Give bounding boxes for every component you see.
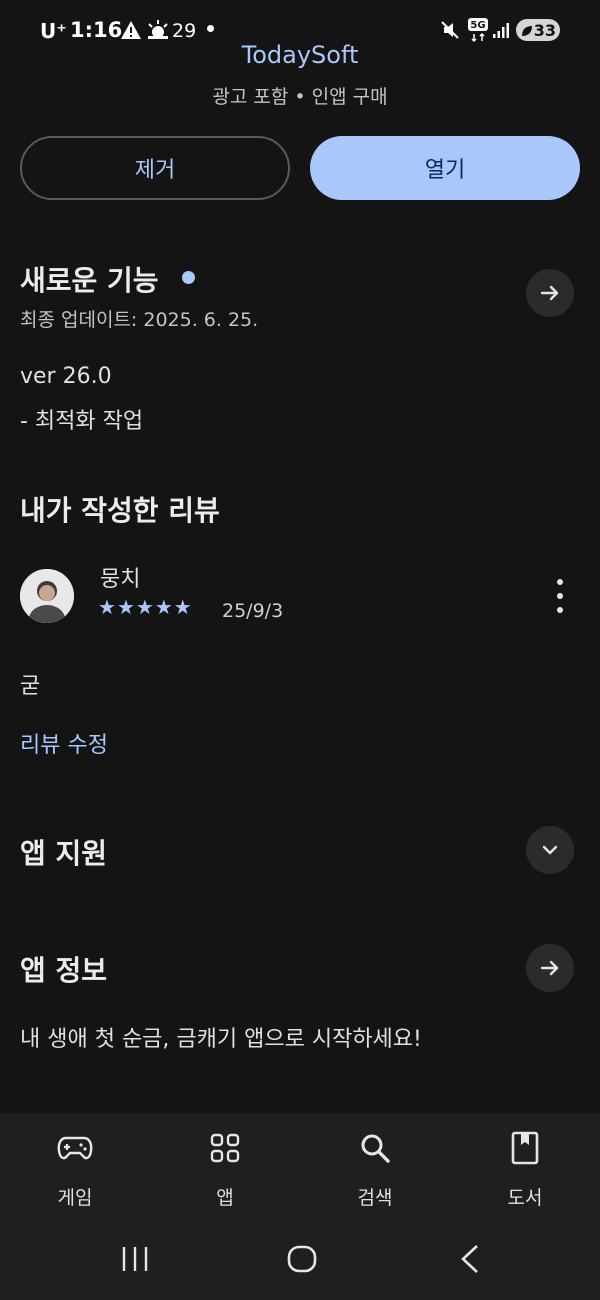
- star-rating: ★ ★ ★ ★ ★: [98, 596, 192, 618]
- star-icon: ★: [173, 595, 192, 619]
- more-dot-icon: [557, 593, 563, 599]
- arrow-right-icon: [540, 285, 559, 301]
- app-info-title: 앱 정보: [20, 954, 108, 987]
- book-icon: [511, 1131, 539, 1165]
- open-button[interactable]: 열기: [310, 136, 580, 200]
- svg-text:5G: 5G: [470, 20, 485, 31]
- nav-label: 앱: [216, 1187, 234, 1209]
- avatar: [20, 569, 74, 623]
- more-dot-icon: [557, 579, 563, 585]
- more-dot-icon: [557, 607, 563, 613]
- version-label: ver 26.0: [20, 364, 112, 389]
- whats-new-title: 새로운 기능: [20, 264, 159, 297]
- home-button[interactable]: [287, 1244, 317, 1278]
- whats-new-arrow-button[interactable]: [526, 269, 574, 317]
- status-time: 1:16: [70, 18, 123, 42]
- review-text: 굳: [20, 674, 41, 699]
- battery-level: 33: [533, 20, 556, 40]
- power-saving-icon: [520, 23, 534, 42]
- gamepad-icon: [57, 1131, 93, 1165]
- carrier-label: U⁺: [40, 19, 67, 43]
- signal-icon: [492, 21, 510, 43]
- app-description: 내 생애 첫 순금, 금캐기 앱으로 시작하세요!: [20, 1027, 422, 1052]
- nav-label: 도서: [507, 1187, 543, 1209]
- star-icon: ★: [135, 595, 154, 619]
- system-navigation-bar: [0, 1228, 600, 1300]
- star-icon: ★: [154, 595, 173, 619]
- remove-button[interactable]: 제거: [20, 136, 290, 200]
- my-review-title: 내가 작성한 리뷰: [20, 494, 220, 527]
- star-icon: ★: [98, 595, 116, 619]
- nav-item-apps[interactable]: 앱: [150, 1113, 300, 1228]
- chevron-down-icon: [542, 845, 558, 855]
- back-icon: [461, 1245, 478, 1273]
- review-author: 뭉치: [100, 567, 141, 592]
- nav-label: 게임: [57, 1187, 93, 1209]
- notification-dot-icon: [207, 25, 214, 32]
- apps-grid-icon: [210, 1131, 240, 1165]
- temperature-label: 29: [172, 20, 197, 42]
- app-info-arrow-button[interactable]: [526, 944, 574, 992]
- bottom-navigation: 게임 앱 검색 도서: [0, 1113, 600, 1228]
- recent-apps-icon: [122, 1247, 148, 1271]
- edit-review-link[interactable]: 리뷰 수정: [20, 727, 108, 759]
- new-indicator-dot: [182, 271, 195, 284]
- app-title: TodaySoft: [241, 41, 359, 69]
- arrow-right-icon: [540, 960, 559, 976]
- last-updated-label: 최종 업데이트: 2025. 6. 25.: [20, 309, 259, 331]
- more-options-button[interactable]: [545, 579, 575, 613]
- recent-apps-button[interactable]: [120, 1245, 150, 1277]
- app-meta: 광고 포함 • 인앱 구매: [212, 86, 388, 108]
- update-note: - 최적화 작업: [20, 409, 144, 434]
- battery-indicator: 33: [516, 19, 560, 41]
- nav-item-search[interactable]: 검색: [300, 1113, 450, 1228]
- star-icon: ★: [116, 595, 135, 619]
- nav-item-games[interactable]: 게임: [0, 1113, 150, 1228]
- home-icon: [287, 1245, 317, 1273]
- app-support-expand-button[interactable]: [526, 826, 574, 874]
- nav-label: 검색: [357, 1187, 393, 1209]
- nav-item-books[interactable]: 도서: [450, 1113, 600, 1228]
- search-icon: [359, 1131, 391, 1165]
- app-support-title: 앱 지원: [20, 837, 108, 870]
- back-button[interactable]: [458, 1244, 482, 1278]
- review-date: 25/9/3: [222, 600, 284, 622]
